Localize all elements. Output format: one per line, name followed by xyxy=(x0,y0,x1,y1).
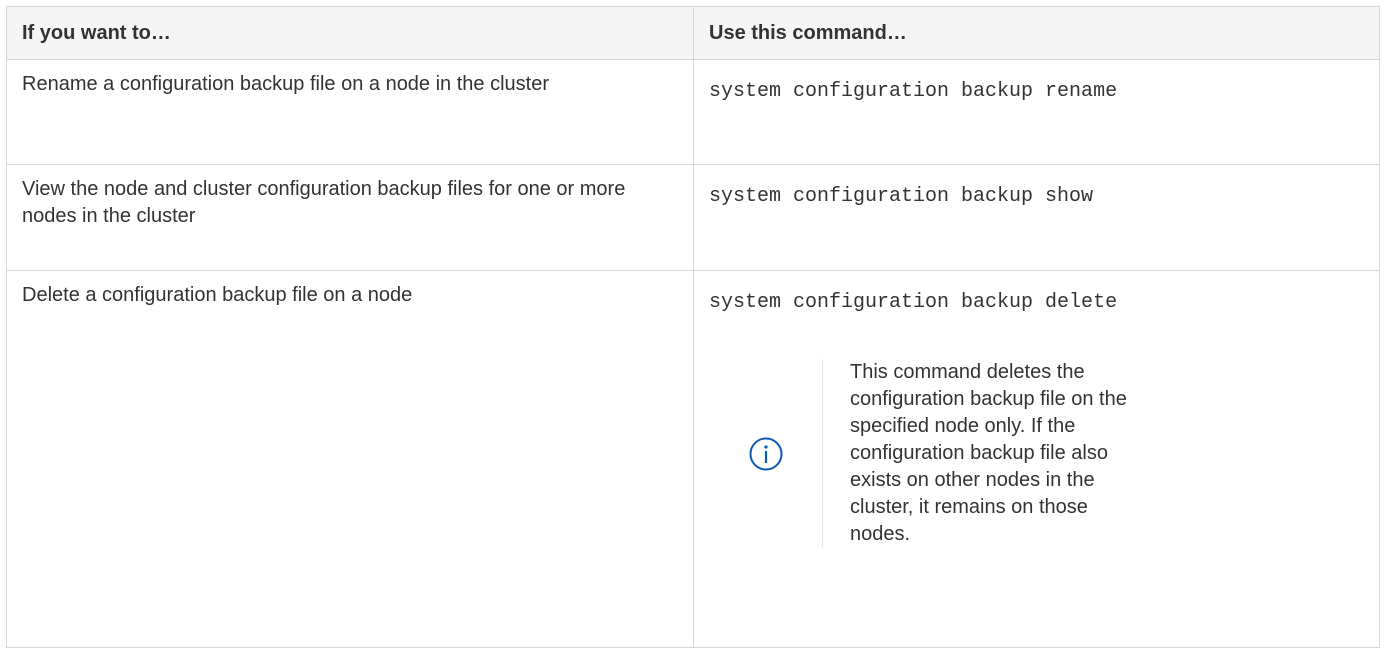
note-admonition: This command deletes the configuration b… xyxy=(709,359,1364,548)
header-use-this-command: Use this command… xyxy=(693,6,1380,60)
note-icon-cell xyxy=(709,359,823,548)
command-table: If you want to… Use this command… Rename… xyxy=(6,6,1380,648)
table-row: View the node and cluster configuration … xyxy=(6,164,1380,271)
command-text: system configuration backup show xyxy=(709,185,1094,208)
command-text: system configuration backup rename xyxy=(709,80,1118,103)
info-icon xyxy=(748,436,784,472)
table-row: Rename a configuration backup file on a … xyxy=(6,59,1380,165)
table-row: Delete a configuration backup file on a … xyxy=(6,270,1380,648)
row-command-cell: system configuration backup show xyxy=(693,164,1380,271)
command-text: system configuration backup delete xyxy=(709,291,1118,314)
header-if-you-want-to: If you want to… xyxy=(6,6,694,60)
row-command-cell: system configuration backup delete This … xyxy=(693,270,1380,648)
row-description: Delete a configuration backup file on a … xyxy=(6,270,694,648)
row-description: Rename a configuration backup file on a … xyxy=(6,59,694,165)
row-description: View the node and cluster configuration … xyxy=(6,164,694,271)
table-header-row: If you want to… Use this command… xyxy=(6,6,1380,60)
note-text: This command deletes the configuration b… xyxy=(850,361,1127,545)
row-command-cell: system configuration backup rename xyxy=(693,59,1380,165)
